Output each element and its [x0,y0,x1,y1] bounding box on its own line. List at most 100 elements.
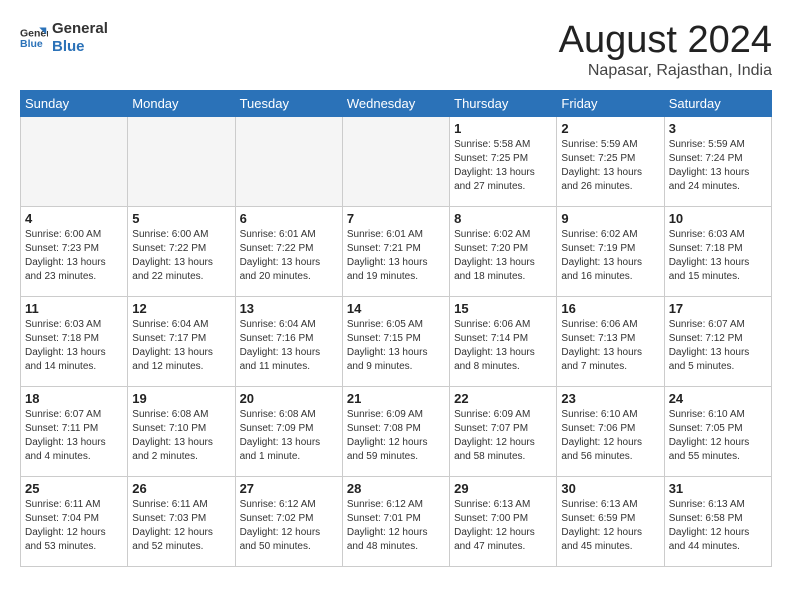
calendar-cell: 1 Sunrise: 5:58 AMSunset: 7:25 PMDaylight… [450,116,557,206]
day-number: 31 [669,481,767,496]
calendar-cell: 26 Sunrise: 6:11 AMSunset: 7:03 PMDayligh… [128,476,235,566]
day-number: 10 [669,211,767,226]
week-row-1: 1 Sunrise: 5:58 AMSunset: 7:25 PMDaylight… [21,116,772,206]
calendar-cell: 19 Sunrise: 6:08 AMSunset: 7:10 PMDayligh… [128,386,235,476]
day-info: Sunrise: 6:00 AMSunset: 7:23 PMDaylight:… [25,228,123,284]
calendar-cell: 6Sunrise: 6:01 AMSunset: 7:22 PMDaylight… [235,206,342,296]
week-row-4: 18 Sunrise: 6:07 AMSunset: 7:11 PMDayligh… [21,386,772,476]
calendar-cell: 29Sunrise: 6:13 AMSunset: 7:00 PMDayligh… [450,476,557,566]
day-info: Sunrise: 6:13 AMSunset: 7:00 PMDaylight:… [454,498,552,554]
svg-text:Blue: Blue [20,38,43,50]
calendar-cell: 11 Sunrise: 6:03 AMSunset: 7:18 PMDayligh… [21,296,128,386]
day-number: 1 [454,121,552,136]
day-number: 26 [132,481,230,496]
day-number: 19 [132,391,230,406]
day-number: 25 [25,481,123,496]
calendar-cell: 31 Sunrise: 6:13 AMSunset: 6:58 PMDayligh… [664,476,771,566]
day-info: Sunrise: 6:08 AMSunset: 7:09 PMDaylight:… [240,408,338,464]
logo-text-general: General [52,20,108,38]
calendar-cell: 22 Sunrise: 6:09 AMSunset: 7:07 PMDayligh… [450,386,557,476]
day-number: 23 [561,391,659,406]
day-info: Sunrise: 6:02 AMSunset: 7:20 PMDaylight:… [454,228,552,284]
page-header: General Blue General Blue August 2024 Na… [20,20,772,80]
day-number: 9 [561,211,659,226]
day-number: 21 [347,391,445,406]
day-number: 3 [669,121,767,136]
calendar-cell [128,116,235,206]
calendar-cell: 3 Sunrise: 5:59 AMSunset: 7:24 PMDaylight… [664,116,771,206]
day-info: Sunrise: 6:13 AMSunset: 6:59 PMDaylight:… [561,498,659,554]
calendar-cell: 21 Sunrise: 6:09 AMSunset: 7:08 PMDayligh… [342,386,449,476]
day-info: Sunrise: 6:04 AMSunset: 7:16 PMDaylight:… [240,318,338,374]
calendar-cell: 4 Sunrise: 6:00 AMSunset: 7:23 PMDaylight… [21,206,128,296]
day-number: 13 [240,301,338,316]
col-saturday: Saturday [664,90,771,116]
col-thursday: Thursday [450,90,557,116]
calendar-cell: 23 Sunrise: 6:10 AMSunset: 7:06 PMDayligh… [557,386,664,476]
calendar-cell [235,116,342,206]
calendar-cell: 5 Sunrise: 6:00 AMSunset: 7:22 PMDaylight… [128,206,235,296]
day-number: 30 [561,481,659,496]
day-number: 17 [669,301,767,316]
calendar-cell: 15Sunrise: 6:06 AMSunset: 7:14 PMDayligh… [450,296,557,386]
calendar-cell: 9Sunrise: 6:02 AMSunset: 7:19 PMDaylight… [557,206,664,296]
day-number: 6 [240,211,338,226]
day-info: Sunrise: 6:10 AMSunset: 7:05 PMDaylight:… [669,408,767,464]
day-info: Sunrise: 6:03 AMSunset: 7:18 PMDaylight:… [25,318,123,374]
day-info: Sunrise: 6:09 AMSunset: 7:08 PMDaylight:… [347,408,445,464]
calendar-cell: 20 Sunrise: 6:08 AMSunset: 7:09 PMDayligh… [235,386,342,476]
day-number: 8 [454,211,552,226]
week-row-2: 4 Sunrise: 6:00 AMSunset: 7:23 PMDaylight… [21,206,772,296]
calendar-cell: 10 Sunrise: 6:03 AMSunset: 7:18 PMDayligh… [664,206,771,296]
day-number: 2 [561,121,659,136]
logo: General Blue General Blue [20,20,108,56]
day-info: Sunrise: 6:11 AMSunset: 7:04 PMDaylight:… [25,498,123,554]
day-info: Sunrise: 6:09 AMSunset: 7:07 PMDaylight:… [454,408,552,464]
day-number: 14 [347,301,445,316]
logo-text-blue: Blue [52,38,108,56]
col-monday: Monday [128,90,235,116]
calendar-cell: 28 Sunrise: 6:12 AMSunset: 7:01 PMDayligh… [342,476,449,566]
calendar-cell: 30 Sunrise: 6:13 AMSunset: 6:59 PMDayligh… [557,476,664,566]
calendar-cell: 24 Sunrise: 6:10 AMSunset: 7:05 PMDayligh… [664,386,771,476]
title-area: August 2024 Napasar, Rajasthan, India [559,20,772,80]
calendar-cell [21,116,128,206]
day-number: 28 [347,481,445,496]
day-info: Sunrise: 6:12 AMSunset: 7:01 PMDaylight:… [347,498,445,554]
calendar-cell: 25 Sunrise: 6:11 AMSunset: 7:04 PMDayligh… [21,476,128,566]
day-number: 18 [25,391,123,406]
day-info: Sunrise: 6:00 AMSunset: 7:22 PMDaylight:… [132,228,230,284]
day-number: 22 [454,391,552,406]
calendar-cell: 7Sunrise: 6:01 AMSunset: 7:21 PMDaylight… [342,206,449,296]
calendar-header-row: Sunday Monday Tuesday Wednesday Thursday… [21,90,772,116]
day-info: Sunrise: 6:13 AMSunset: 6:58 PMDaylight:… [669,498,767,554]
day-number: 11 [25,301,123,316]
day-number: 5 [132,211,230,226]
calendar-cell: 2Sunrise: 5:59 AMSunset: 7:25 PMDaylight… [557,116,664,206]
day-info: Sunrise: 6:10 AMSunset: 7:06 PMDaylight:… [561,408,659,464]
day-info: Sunrise: 5:58 AMSunset: 7:25 PMDaylight:… [454,138,552,194]
day-info: Sunrise: 5:59 AMSunset: 7:24 PMDaylight:… [669,138,767,194]
day-number: 12 [132,301,230,316]
day-info: Sunrise: 6:07 AMSunset: 7:11 PMDaylight:… [25,408,123,464]
day-info: Sunrise: 6:11 AMSunset: 7:03 PMDaylight:… [132,498,230,554]
day-info: Sunrise: 6:05 AMSunset: 7:15 PMDaylight:… [347,318,445,374]
day-info: Sunrise: 6:08 AMSunset: 7:10 PMDaylight:… [132,408,230,464]
day-info: Sunrise: 6:12 AMSunset: 7:02 PMDaylight:… [240,498,338,554]
calendar-cell: 17Sunrise: 6:07 AMSunset: 7:12 PMDayligh… [664,296,771,386]
col-tuesday: Tuesday [235,90,342,116]
main-title: August 2024 [559,20,772,62]
day-number: 24 [669,391,767,406]
calendar-cell: 13 Sunrise: 6:04 AMSunset: 7:16 PMDayligh… [235,296,342,386]
col-sunday: Sunday [21,90,128,116]
day-info: Sunrise: 6:03 AMSunset: 7:18 PMDaylight:… [669,228,767,284]
calendar-cell: 16Sunrise: 6:06 AMSunset: 7:13 PMDayligh… [557,296,664,386]
calendar-cell: 8 Sunrise: 6:02 AMSunset: 7:20 PMDaylight… [450,206,557,296]
calendar-cell: 18 Sunrise: 6:07 AMSunset: 7:11 PMDayligh… [21,386,128,476]
day-info: Sunrise: 6:06 AMSunset: 7:13 PMDaylight:… [561,318,659,374]
day-number: 20 [240,391,338,406]
calendar-cell: 14 Sunrise: 6:05 AMSunset: 7:15 PMDayligh… [342,296,449,386]
day-number: 27 [240,481,338,496]
week-row-3: 11 Sunrise: 6:03 AMSunset: 7:18 PMDayligh… [21,296,772,386]
day-number: 4 [25,211,123,226]
